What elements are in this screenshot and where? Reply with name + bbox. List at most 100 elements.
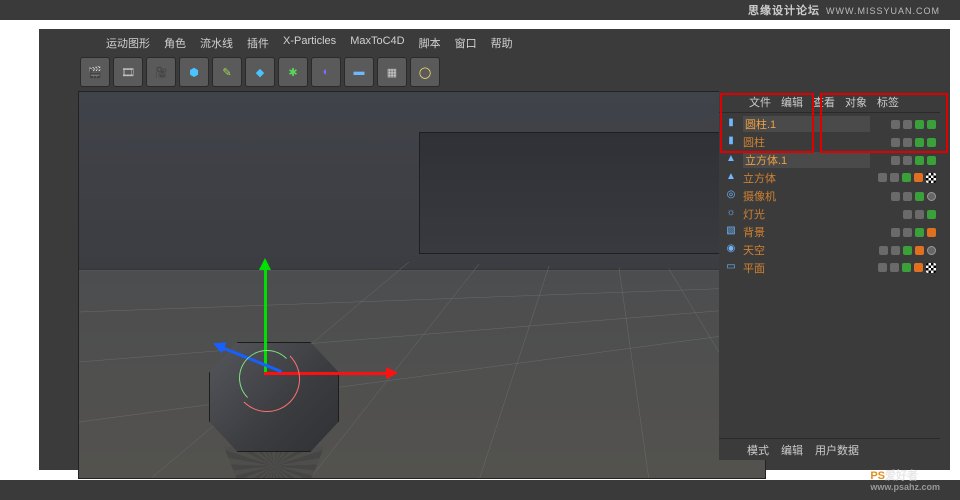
object-tags[interactable] (870, 228, 940, 237)
om-tab[interactable]: 对象 (845, 94, 867, 110)
object-label[interactable]: 灯光 (743, 206, 870, 222)
tag-dot[interactable] (927, 228, 936, 237)
object-label[interactable]: 立方体.1 (743, 152, 870, 168)
tool-camera-icon[interactable]: ▦ (377, 57, 407, 87)
attr-tab[interactable]: 用户数据 (815, 442, 859, 458)
object-row[interactable]: ◎ 摄像机 (719, 187, 940, 205)
object-tags[interactable] (870, 120, 940, 129)
object-tags[interactable] (870, 263, 940, 273)
scene-backdrop (79, 92, 765, 270)
tag-dot[interactable] (915, 120, 924, 129)
tag-dot[interactable] (914, 173, 923, 182)
tool-pen-icon[interactable]: ✎ (212, 57, 242, 87)
object-label[interactable]: 圆柱 (743, 134, 870, 150)
menu-运动图形[interactable]: 运动图形 (106, 35, 150, 51)
tag-dot[interactable] (891, 120, 900, 129)
object-row[interactable]: ▲立方体 (719, 169, 940, 187)
menu-窗口[interactable]: 窗口 (455, 35, 477, 51)
menu-bar: 运动图形角色流水线插件 X-Particles MaxToC4D 脚本窗口帮助 (106, 35, 513, 51)
tag-dot[interactable] (915, 228, 924, 237)
tag-dot[interactable] (903, 210, 912, 219)
attr-tab[interactable]: 模式 (747, 442, 769, 458)
cam-icon: ◎ (723, 189, 739, 203)
attribute-tab-bar: 模式编辑用户数据 (719, 438, 940, 460)
tag-dot[interactable] (915, 138, 924, 147)
tag-dot[interactable] (891, 138, 900, 147)
om-tab[interactable]: 文件 (749, 94, 771, 110)
tool-subd-icon[interactable]: ◆ (245, 57, 275, 87)
tag-dot[interactable] (891, 192, 900, 201)
tag-dot[interactable] (891, 156, 900, 165)
object-row[interactable]: ▲立方体.1 (719, 151, 940, 169)
om-tab[interactable]: 编辑 (781, 94, 803, 110)
object-tags[interactable] (870, 246, 940, 255)
tag-dot[interactable] (914, 263, 923, 272)
tag-dot[interactable] (926, 173, 936, 183)
tag-dot[interactable] (903, 120, 912, 129)
tag-dot[interactable] (891, 246, 900, 255)
tag-dot[interactable] (927, 246, 936, 255)
object-label[interactable]: 平面 (743, 260, 870, 276)
menu-流水线[interactable]: 流水线 (200, 35, 233, 51)
tag-dot[interactable] (903, 228, 912, 237)
tag-dot[interactable] (879, 246, 888, 255)
menu-脚本[interactable]: 脚本 (419, 35, 441, 51)
tool-clap2-icon[interactable]: 🎥 (146, 57, 176, 87)
tag-dot[interactable] (927, 138, 936, 147)
tag-dot[interactable] (891, 228, 900, 237)
object-tags[interactable] (870, 210, 940, 219)
tag-dot[interactable] (915, 192, 924, 201)
tag-dot[interactable] (915, 210, 924, 219)
tool-floor-icon[interactable]: ▬ (344, 57, 374, 87)
tag-dot[interactable] (903, 192, 912, 201)
object-tree[interactable]: ▮圆柱.1▮圆柱▲立方体.1▲立方体 ◎ 摄像机☼灯光▧背景◉天空▭平面 (719, 113, 940, 279)
tag-dot[interactable] (927, 210, 936, 219)
tag-dot[interactable] (890, 263, 899, 272)
object-row[interactable]: ▮圆柱.1 (719, 115, 940, 133)
tool-clap1-icon[interactable]: 🎞 (113, 57, 143, 87)
tag-dot[interactable] (915, 156, 924, 165)
object-row[interactable]: ▧背景 (719, 223, 940, 241)
object-tags[interactable] (870, 173, 940, 183)
object-label[interactable]: 圆柱.1 (743, 116, 870, 132)
tag-dot[interactable] (926, 263, 936, 273)
menu-角色[interactable]: 角色 (164, 35, 186, 51)
object-tags[interactable] (870, 192, 940, 201)
tag-dot[interactable] (890, 173, 899, 182)
tool-array-icon[interactable]: ✱ (278, 57, 308, 87)
tag-dot[interactable] (902, 173, 911, 182)
tag-dot[interactable] (903, 246, 912, 255)
object-row[interactable]: ◉天空 (719, 241, 940, 259)
tool-cube-icon[interactable]: ⬢ (179, 57, 209, 87)
tag-dot[interactable] (902, 263, 911, 272)
tag-dot[interactable] (903, 156, 912, 165)
object-row[interactable]: ☼灯光 (719, 205, 940, 223)
tag-dot[interactable] (878, 173, 887, 182)
object-row[interactable]: ▮圆柱 (719, 133, 940, 151)
om-tab[interactable]: 查看 (813, 94, 835, 110)
tool-light-icon[interactable]: ◯ (410, 57, 440, 87)
object-label[interactable]: 天空 (743, 242, 870, 258)
tag-dot[interactable] (927, 120, 936, 129)
menu-X-Particles[interactable]: X-Particles (283, 35, 336, 51)
object-label[interactable]: 立方体 (743, 170, 870, 186)
object-label[interactable]: 摄像机 (743, 188, 870, 204)
tag-dot[interactable] (915, 246, 924, 255)
menu-插件[interactable]: 插件 (247, 35, 269, 51)
menu-MaxToC4D[interactable]: MaxToC4D (350, 35, 404, 51)
tool-deform-icon[interactable]: ◐ (311, 57, 341, 87)
selected-mesh[interactable] (209, 342, 339, 452)
tool-record-icon[interactable]: 🎬 (80, 57, 110, 87)
tag-dot[interactable] (927, 192, 936, 201)
object-label[interactable]: 背景 (743, 224, 870, 240)
tag-dot[interactable] (878, 263, 887, 272)
object-row[interactable]: ▭平面 (719, 259, 940, 277)
menu-帮助[interactable]: 帮助 (491, 35, 513, 51)
viewport-3d[interactable]: ✥ ⤢ ⟳ ▣ (78, 91, 766, 479)
attr-tab[interactable]: 编辑 (781, 442, 803, 458)
tag-dot[interactable] (903, 138, 912, 147)
om-tab[interactable]: 标签 (877, 94, 899, 110)
tag-dot[interactable] (927, 156, 936, 165)
object-tags[interactable] (870, 156, 940, 165)
object-tags[interactable] (870, 138, 940, 147)
